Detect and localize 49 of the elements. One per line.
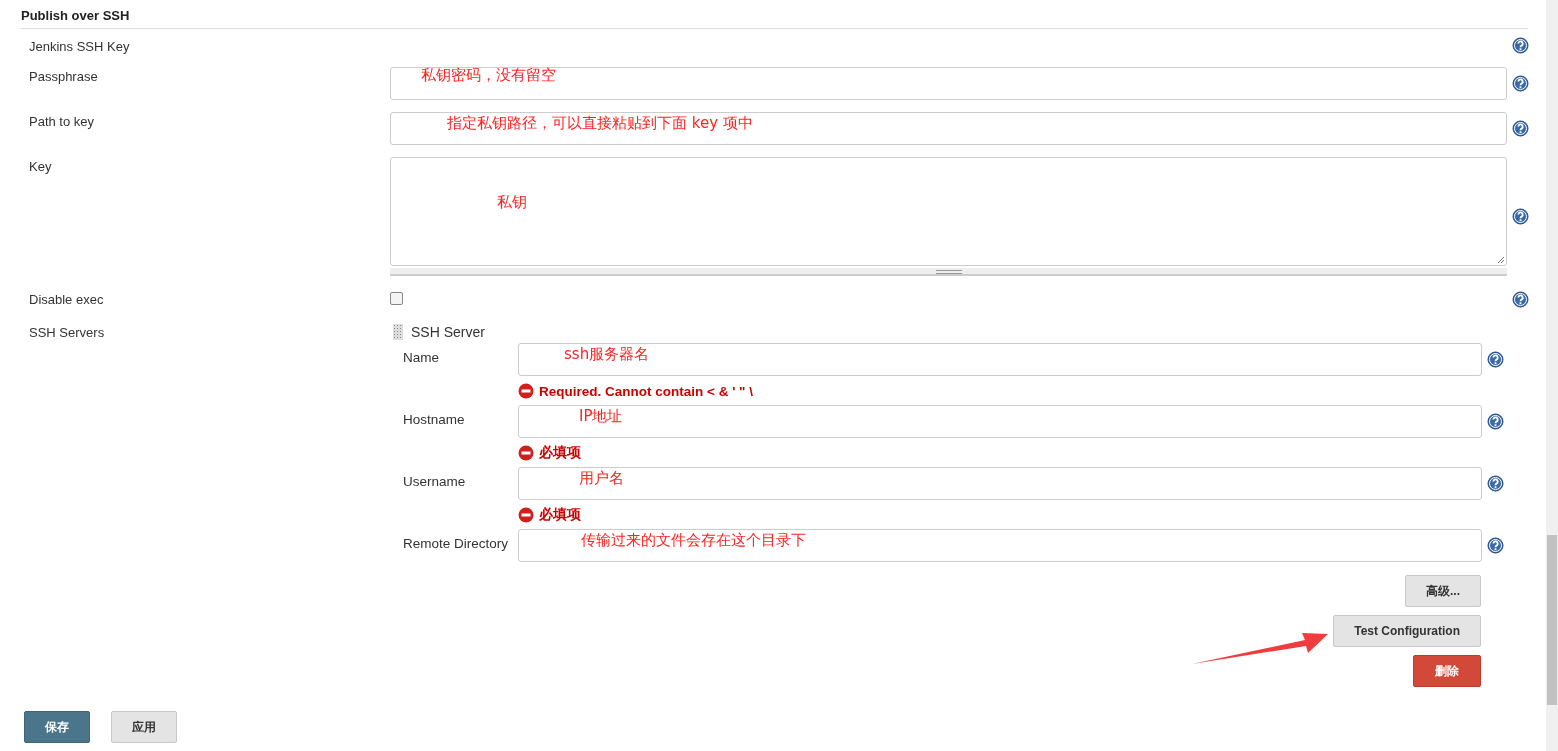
section-title: Publish over SSH — [21, 0, 1528, 29]
field-label: Name — [402, 349, 440, 365]
annotation-text: 传输过来的文件会存在这个目录下 — [581, 531, 806, 550]
error-message: Required. Cannot contain < & ' " \ — [539, 383, 753, 399]
field-label: Disable exec — [29, 291, 105, 307]
error-icon — [518, 383, 534, 399]
input-field[interactable]: 指定私钥路径，可以直接粘贴到下面 key 项中 — [390, 112, 1507, 145]
field-label: SSH Servers — [29, 324, 106, 340]
annotation-text: 指定私钥路径，可以直接粘贴到下面 key 项中 — [447, 114, 753, 133]
help-icon[interactable] — [1512, 120, 1529, 137]
field-label: Key — [29, 158, 53, 174]
help-icon[interactable] — [1487, 413, 1504, 430]
field-label: Hostname — [402, 411, 466, 427]
annotation-text: 私钥密码，没有留空 — [421, 66, 556, 85]
help-icon[interactable] — [1512, 208, 1529, 225]
input-field[interactable]: 用户名 — [518, 467, 1482, 500]
error-icon — [518, 507, 534, 523]
field-label: Username — [402, 473, 467, 489]
help-icon[interactable] — [1512, 37, 1529, 54]
action-button[interactable]: Test Configuration — [1333, 615, 1481, 647]
help-icon[interactable] — [1512, 291, 1529, 308]
help-icon[interactable] — [1487, 351, 1504, 368]
error-message: 必填项 — [539, 506, 581, 524]
input-field[interactable]: 传输过来的文件会存在这个目录下 — [518, 529, 1482, 562]
action-button[interactable]: 删除 — [1413, 655, 1481, 687]
help-icon[interactable] — [1487, 475, 1504, 492]
field-label: Remote Directory — [402, 535, 510, 551]
help-icon[interactable] — [1487, 537, 1504, 554]
footer-button[interactable]: 应用 — [111, 711, 177, 743]
error-icon — [518, 445, 534, 461]
footer-button[interactable]: 保存 — [24, 711, 90, 743]
help-icon[interactable] — [1512, 75, 1529, 92]
input-field[interactable]: ssh服务器名 — [518, 343, 1482, 376]
field-label: Passphrase — [29, 68, 99, 84]
annotation-text: 用户名 — [579, 469, 624, 488]
drag-handle-icon[interactable] — [393, 324, 403, 340]
field-label: Path to key — [29, 113, 96, 129]
checkbox[interactable] — [390, 292, 403, 305]
input-field[interactable]: 私钥密码，没有留空 — [390, 67, 1507, 100]
action-button[interactable]: 高级... — [1405, 575, 1481, 607]
field-label: Jenkins SSH Key — [29, 38, 131, 54]
server-title: SSH Server — [411, 324, 485, 340]
annotation-text: ssh服务器名 — [564, 345, 650, 364]
annotation-text: 私钥 — [497, 193, 527, 212]
error-message: 必填项 — [539, 444, 581, 462]
resize-grip-icon[interactable] — [1497, 256, 1505, 264]
annotation-text: IP地址 — [579, 407, 623, 426]
key-textarea[interactable]: 私钥 — [390, 157, 1507, 266]
input-field[interactable]: IP地址 — [518, 405, 1482, 438]
